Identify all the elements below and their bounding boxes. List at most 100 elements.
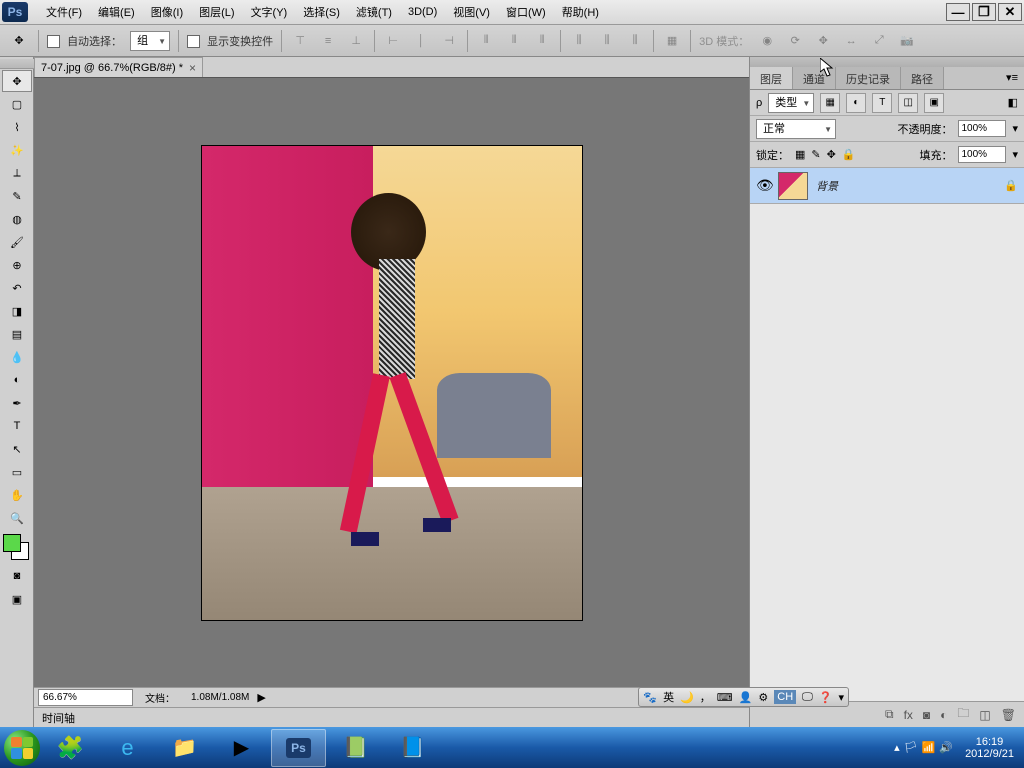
move-tool[interactable]: ✥	[2, 70, 32, 92]
pen-tool[interactable]: ✒	[2, 392, 32, 414]
zoom-tool[interactable]: 🔍	[2, 507, 32, 529]
layers-list[interactable]: 👁 背景 🔒	[750, 168, 1024, 701]
link-layers-icon[interactable]: ⧉	[885, 707, 894, 722]
lasso-tool[interactable]: ⌇	[2, 116, 32, 138]
taskbar-excel[interactable]: 📗	[328, 729, 383, 767]
blur-tool[interactable]: 💧	[2, 346, 32, 368]
auto-select-checkbox[interactable]	[47, 35, 60, 48]
quickmask-tool[interactable]: ◙	[2, 565, 32, 587]
dodge-tool[interactable]: ◐	[2, 369, 32, 391]
start-button[interactable]	[2, 728, 42, 768]
distribute-right-icon[interactable]: ⫼	[625, 31, 645, 51]
maximize-button[interactable]: ❐	[972, 3, 996, 21]
tab-paths[interactable]: 路径	[901, 67, 944, 89]
ime-punct-icon[interactable]: ，	[700, 689, 711, 705]
layer-lock-icon[interactable]: 🔒	[1004, 179, 1018, 192]
ime-ch-label[interactable]: CH	[774, 690, 796, 704]
tab-history[interactable]: 历史记录	[836, 67, 901, 89]
taskbar-ie[interactable]: e	[100, 729, 155, 767]
ime-settings-icon[interactable]: ⚙	[758, 691, 768, 704]
ime-help-icon[interactable]: ❓	[819, 691, 833, 704]
tab-channels[interactable]: 通道	[793, 67, 836, 89]
rotate-3d-icon[interactable]: ⟳	[785, 31, 805, 51]
taskbar-explorer[interactable]: 📁	[157, 729, 212, 767]
auto-select-type-dropdown[interactable]: 组	[130, 31, 170, 51]
menu-window[interactable]: 窗口(W)	[498, 1, 554, 23]
menu-filter[interactable]: 滤镜(T)	[348, 1, 400, 23]
document-tab[interactable]: 7-07.jpg @ 66.7%(RGB/8#) * ×	[34, 57, 203, 77]
menu-edit[interactable]: 编辑(E)	[90, 1, 143, 23]
canvas-viewport[interactable]	[34, 77, 749, 687]
ime-paw-icon[interactable]: 🐾	[643, 691, 657, 704]
menu-3d[interactable]: 3D(D)	[400, 3, 445, 21]
tray-network-icon[interactable]: 📶	[922, 741, 936, 754]
tray-up-icon[interactable]: ▴	[894, 741, 900, 754]
path-selection-tool[interactable]: ↖	[2, 438, 32, 460]
adjustment-layer-icon[interactable]: ◐	[940, 708, 947, 722]
eyedropper-tool[interactable]: ✎	[2, 185, 32, 207]
close-button[interactable]: ✕	[998, 3, 1022, 21]
type-tool[interactable]: T	[2, 415, 32, 437]
ime-toolbar[interactable]: 🐾 英 🌙 ， ⌨ 👤 ⚙ CH 🖵 ❓ ▾	[638, 687, 849, 707]
crop-tool[interactable]: ⟂	[2, 162, 32, 184]
layer-item[interactable]: 👁 背景 🔒	[750, 168, 1024, 204]
tray-volume-icon[interactable]: 🔊	[939, 741, 953, 754]
status-arrow-icon[interactable]: ▶	[257, 691, 265, 704]
tray-flag-icon[interactable]: 🏳	[904, 741, 918, 754]
filter-shape-icon[interactable]: ◫	[898, 93, 918, 113]
gradient-tool[interactable]: ▤	[2, 323, 32, 345]
align-hcenter-icon[interactable]: │	[411, 31, 431, 51]
ime-monitor-icon[interactable]: 🖵	[802, 691, 813, 704]
blend-mode-dropdown[interactable]: 正常	[756, 119, 836, 139]
show-transform-option[interactable]: 显示变换控件	[187, 33, 273, 49]
eraser-tool[interactable]: ◨	[2, 300, 32, 322]
magic-wand-tool[interactable]: ✨	[2, 139, 32, 161]
screenmode-tool[interactable]: ▣	[2, 588, 32, 610]
delete-layer-icon[interactable]: 🗑	[1001, 708, 1016, 722]
layer-group-icon[interactable]: 🗀	[957, 704, 969, 725]
align-vcenter-icon[interactable]: ≡	[318, 31, 338, 51]
filter-kind-icon[interactable]: ρ	[756, 97, 762, 109]
new-layer-icon[interactable]: ◫	[979, 708, 990, 722]
taskbar-photoshop[interactable]: Ps	[271, 729, 326, 767]
align-right-icon[interactable]: ⊣	[439, 31, 459, 51]
ime-keyboard-icon[interactable]: ⌨	[717, 691, 733, 704]
show-transform-checkbox[interactable]	[187, 35, 200, 48]
lock-all-icon[interactable]: 🔒	[842, 148, 856, 161]
distribute-hcenter-icon[interactable]: ⫼	[597, 31, 617, 51]
pan-3d-icon[interactable]: ✥	[813, 31, 833, 51]
taskbar-word[interactable]: 📘	[385, 729, 440, 767]
auto-select-option[interactable]: 自动选择：	[47, 33, 122, 49]
clone-stamp-tool[interactable]: ⊕	[2, 254, 32, 276]
filter-adjustment-icon[interactable]: ◐	[846, 93, 866, 113]
panel-grip[interactable]	[750, 57, 1024, 67]
tab-layers[interactable]: 图层	[750, 67, 793, 89]
menu-layer[interactable]: 图层(L)	[191, 1, 242, 23]
menu-select[interactable]: 选择(S)	[295, 1, 348, 23]
filter-type-icon[interactable]: T	[872, 93, 892, 113]
filter-toggle[interactable]: ◧	[1008, 96, 1018, 109]
hand-tool[interactable]: ✋	[2, 484, 32, 506]
fill-input[interactable]	[958, 146, 1006, 163]
distribute-bottom-icon[interactable]: ⫴	[532, 31, 552, 51]
ime-lang[interactable]: 英	[663, 689, 674, 705]
image-canvas[interactable]	[202, 146, 582, 620]
timeline-panel[interactable]: 时间轴	[34, 707, 749, 727]
healing-brush-tool[interactable]: ◍	[2, 208, 32, 230]
zoom-input[interactable]	[38, 689, 133, 706]
lock-position-icon[interactable]: ✥	[827, 148, 836, 161]
distribute-left-icon[interactable]: ⫼	[569, 31, 589, 51]
ime-dropdown-icon[interactable]: ▾	[838, 691, 844, 704]
filter-pixel-icon[interactable]: ▦	[820, 93, 840, 113]
menu-image[interactable]: 图像(I)	[143, 1, 191, 23]
align-left-icon[interactable]: ⊢	[383, 31, 403, 51]
camera-3d-icon[interactable]: 📷	[897, 31, 917, 51]
foreground-color[interactable]	[3, 534, 21, 552]
align-top-icon[interactable]: ⊤	[290, 31, 310, 51]
opacity-input[interactable]	[958, 120, 1006, 137]
lock-pixels-icon[interactable]: ✎	[811, 148, 820, 161]
history-brush-tool[interactable]: ↶	[2, 277, 32, 299]
shape-tool[interactable]: ▭	[2, 461, 32, 483]
distribute-vcenter-icon[interactable]: ⫴	[504, 31, 524, 51]
taskbar-media-player[interactable]: ▶	[214, 729, 269, 767]
